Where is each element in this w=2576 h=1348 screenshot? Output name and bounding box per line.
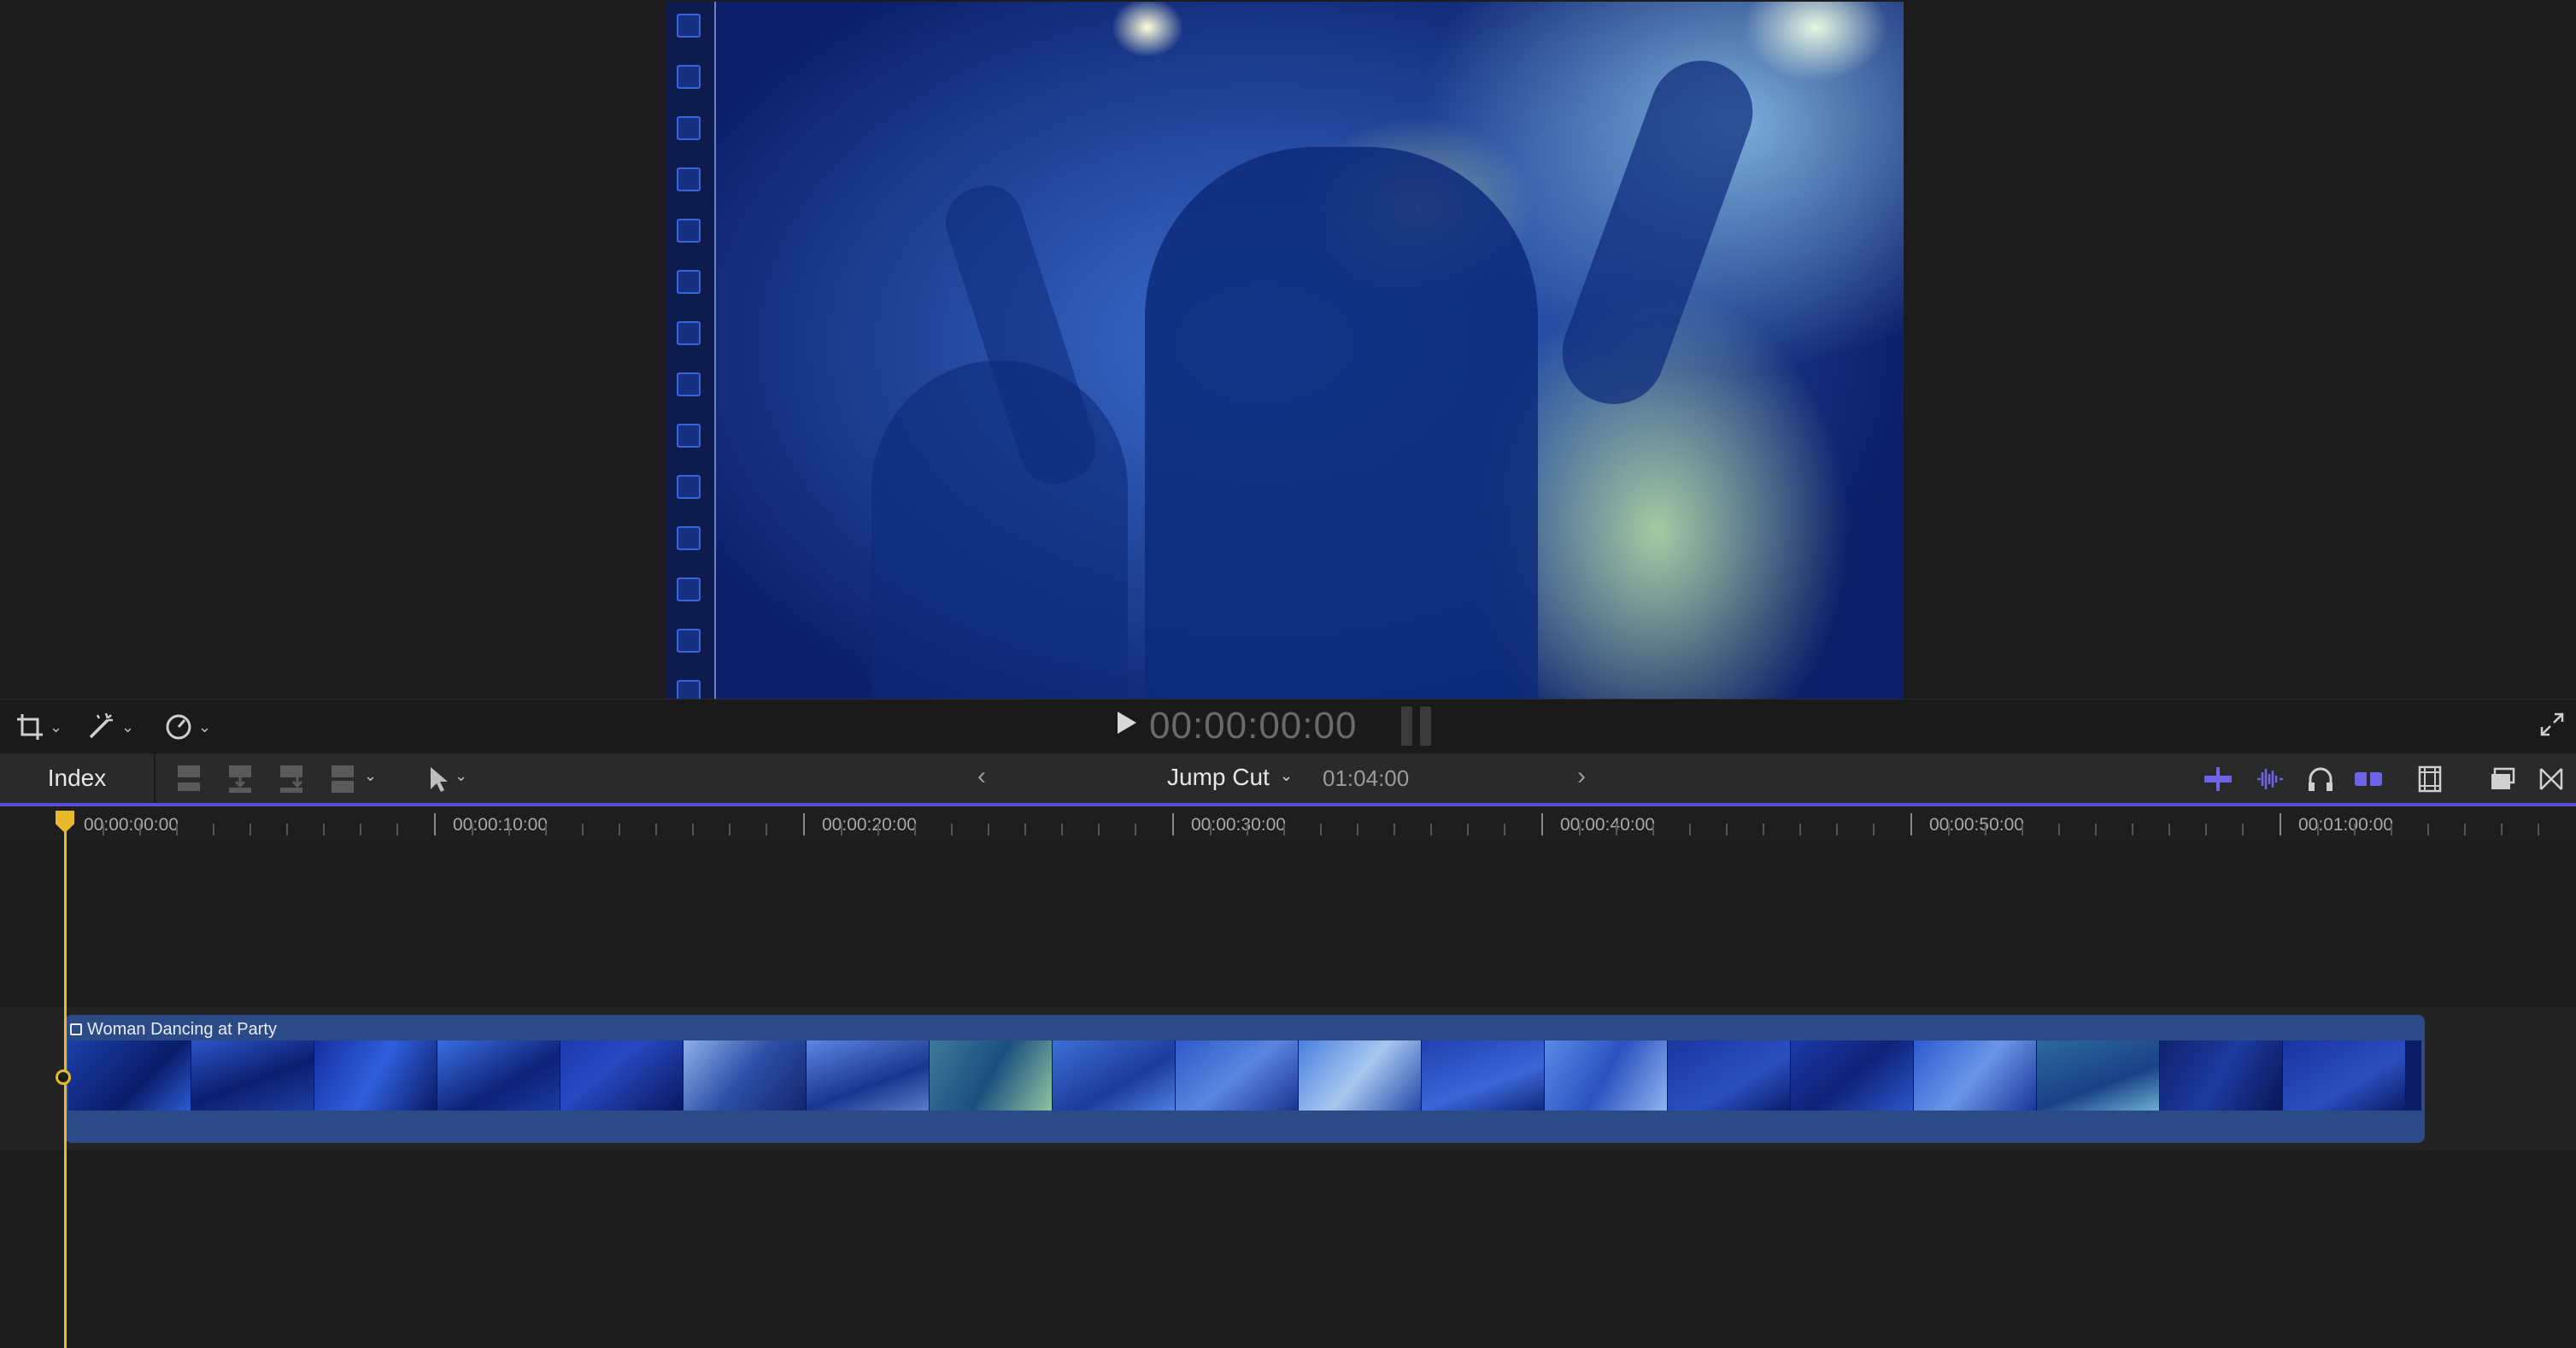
clip-appearance-icon[interactable] [2201, 762, 2235, 796]
timeline-index-icon[interactable] [2486, 762, 2520, 796]
thumbnail [684, 1040, 807, 1111]
thumbnail [191, 1040, 314, 1111]
chevron-down-icon[interactable]: ⌄ [1280, 767, 1293, 785]
pause-bar-right [1420, 706, 1431, 746]
sprocket-strip [666, 2, 716, 704]
project-duration: 01:04:00 [1323, 765, 1410, 791]
index-button[interactable]: Index [0, 753, 155, 803]
retime-tool-button[interactable]: ⌄ [164, 708, 211, 746]
thumbnail [1668, 1040, 1791, 1111]
speedometer-icon [166, 714, 191, 740]
crop-icon [17, 714, 43, 740]
crowd-silhouette [871, 360, 1128, 699]
ruler-label: 00:00:00:00 [84, 815, 179, 835]
insert-clip-icon[interactable] [224, 762, 258, 796]
pause-bar-left [1401, 706, 1412, 746]
ruler-label: 00:00:50:00 [1929, 815, 2024, 835]
ruler-label: 00:00:30:00 [1191, 815, 1286, 835]
timecode-display[interactable]: 00:00:00:00 [1149, 705, 1357, 747]
magic-wand-icon [89, 712, 113, 739]
enhance-tool-button[interactable]: ⌄ [85, 708, 134, 746]
thumbnail [1053, 1040, 1176, 1111]
clip-title: Woman Dancing at Party [87, 1019, 277, 1039]
project-name[interactable]: Jump Cut [1167, 764, 1270, 791]
chevron-down-icon: ⌄ [121, 718, 135, 736]
timeline-ruler[interactable]: 00:00:00:00 00:00:10:00 00:00:20:00 00:0… [0, 806, 2576, 841]
playhead-clip-marker [56, 1070, 71, 1085]
ruler-label: 00:00:20:00 [822, 815, 917, 835]
play-icon[interactable] [1118, 712, 1136, 734]
thumbnail [2406, 1040, 2421, 1111]
thumbnail [560, 1040, 684, 1111]
thumbnail [1914, 1040, 2037, 1111]
select-tool-icon[interactable] [422, 762, 456, 796]
clip-filmstrip [68, 1040, 2421, 1111]
chevron-down-icon[interactable]: ⌄ [455, 767, 467, 785]
thumbnail [1422, 1040, 1545, 1111]
dancer-arm-right [1547, 46, 1768, 419]
thumbnail [68, 1040, 191, 1111]
video-frame[interactable] [666, 2, 1904, 699]
timeline-header: Index ⌄ ⌄ ‹ Jump Cut ⌄ 01:04:00 › [0, 753, 2576, 806]
transitions-browser-icon[interactable] [2534, 762, 2568, 796]
previous-project-icon[interactable]: ‹ [977, 762, 986, 791]
thumbnail [1299, 1040, 1422, 1111]
thumbnail [2283, 1040, 2406, 1111]
thumbnail [2037, 1040, 2160, 1111]
headphones-icon[interactable] [2303, 762, 2338, 796]
video-clip[interactable]: Woman Dancing at Party [65, 1015, 2425, 1143]
chevron-down-icon: ⌄ [50, 718, 63, 736]
chevron-down-icon: ⌄ [198, 718, 212, 736]
thumbnail [930, 1040, 1053, 1111]
dancer-silhouette [1145, 147, 1538, 699]
ruler-label: 00:00:40:00 [1560, 815, 1655, 835]
crop-tool-button[interactable]: ⌄ [15, 708, 62, 746]
thumbnail [807, 1040, 930, 1111]
ruler-label: 00:00:10:00 [453, 815, 548, 835]
thumbnail [1176, 1040, 1299, 1111]
append-clip-icon[interactable] [275, 762, 309, 796]
fullscreen-icon[interactable] [2539, 712, 2565, 737]
thumbnail [1545, 1040, 1668, 1111]
viewer-toolbar: ⌄ ⌄ ⌄ 00:00:00:00 [0, 699, 2576, 754]
thumbnail [2160, 1040, 2283, 1111]
next-project-icon[interactable]: › [1577, 762, 1586, 791]
connect-clip-icon[interactable] [173, 762, 207, 796]
thumbnail [314, 1040, 437, 1111]
filmstrip-icon[interactable] [2413, 762, 2447, 796]
clip-icon [70, 1023, 82, 1035]
clip-title-row: Woman Dancing at Party [70, 1018, 277, 1040]
thumbnail [437, 1040, 560, 1111]
audio-waveform-icon[interactable] [2252, 762, 2286, 796]
snapping-icon[interactable] [2351, 762, 2385, 796]
ruler-label: 00:01:00:00 [2298, 815, 2393, 835]
chevron-down-icon[interactable]: ⌄ [364, 767, 377, 785]
thumbnail [1791, 1040, 1914, 1111]
overwrite-clip-icon[interactable] [326, 762, 361, 796]
